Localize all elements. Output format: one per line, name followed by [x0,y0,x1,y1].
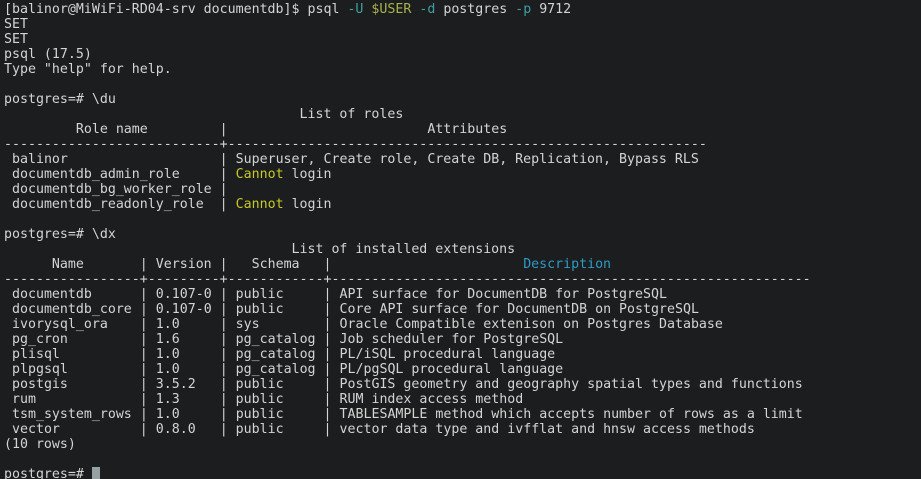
table-row: rum | 1.3 | public | RUM index access me… [4,392,921,407]
table-row: tsm_system_rows | 1.0 | public | TABLESA… [4,407,921,422]
table-header: Role name | Attributes [4,122,921,137]
terminal-line: (10 rows) [4,437,921,452]
terminal-cursor [92,467,100,479]
terminal-line: Type "help" for help. [4,62,921,77]
table-row: ivorysql_ora | 1.0 | sys | Oracle Compat… [4,317,921,332]
terminal-line: postgres=# \du [4,92,921,107]
table-separator: ---------------------------+------------… [4,137,921,152]
table-row: documentdb_core | 0.107-0 | public | Cor… [4,302,921,317]
table-row: documentdb_bg_worker_role | [4,182,921,197]
terminal-line: postgres=# [4,467,921,479]
terminal-line: SET [4,32,921,47]
table-row: plpgsql | 1.0 | pg_catalog | PL/pgSQL pr… [4,362,921,377]
table-row: documentdb_readonly_role | Cannot login [4,197,921,212]
terminal-line: psql (17.5) [4,47,921,62]
table-row: postgis | 3.5.2 | public | PostGIS geome… [4,377,921,392]
terminal-blank-line [4,452,921,467]
terminal-screen[interactable]: [balinor@MiWiFi-RD04-srv documentdb]$ ps… [0,0,921,479]
table-header: Name | Version | Schema | Description [4,257,921,272]
table-row: vector | 0.8.0 | public | vector data ty… [4,422,921,437]
table-row: documentdb_admin_role | Cannot login [4,167,921,182]
table-title: List of roles [4,107,921,122]
table-title: List of installed extensions [4,242,921,257]
table-separator: -----------------+---------+------------… [4,272,921,287]
terminal-blank-line [4,212,921,227]
terminal-line: postgres=# \dx [4,227,921,242]
table-row: documentdb | 0.107-0 | public | API surf… [4,287,921,302]
table-row: balinor | Superuser, Create role, Create… [4,152,921,167]
terminal-line: SET [4,17,921,32]
table-row: pg_cron | 1.6 | pg_catalog | Job schedul… [4,332,921,347]
terminal-blank-line [4,77,921,92]
table-row: plisql | 1.0 | pg_catalog | PL/iSQL proc… [4,347,921,362]
terminal-line: [balinor@MiWiFi-RD04-srv documentdb]$ ps… [4,2,921,17]
